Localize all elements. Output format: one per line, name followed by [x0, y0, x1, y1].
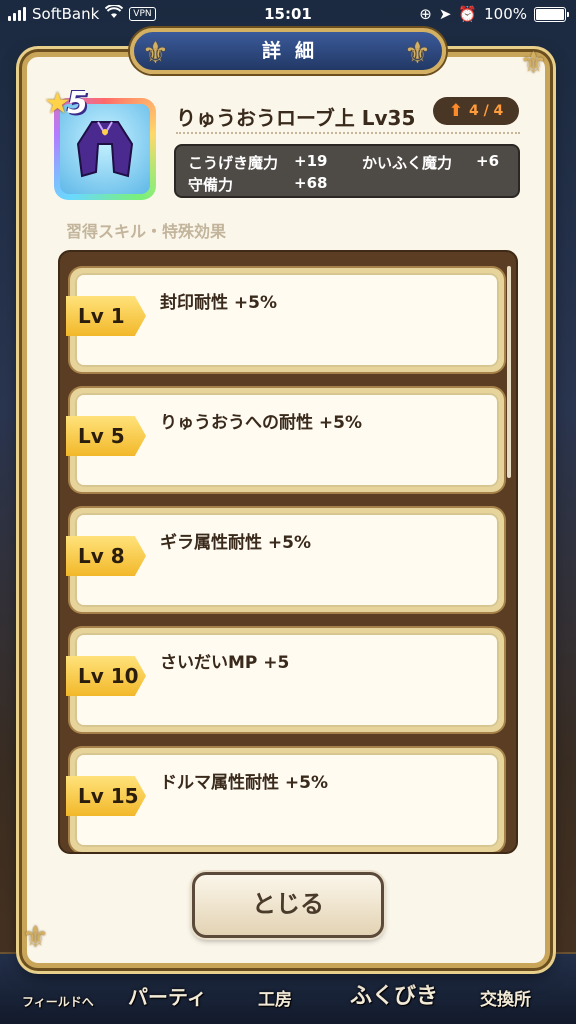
- stat-label: 守備力: [188, 176, 234, 194]
- ornament-icon: ⚜: [404, 36, 431, 71]
- arrow-up-icon: ⬆: [448, 101, 463, 121]
- nav-field[interactable]: フィールドへ: [22, 993, 94, 1010]
- skill-card: Lv 15 ドルマ属性耐性 +5%: [66, 748, 504, 852]
- stat-value: +68: [294, 174, 328, 192]
- skill-text: 封印耐性 +5%: [160, 293, 278, 313]
- stat-label: かいふく魔力: [362, 154, 453, 172]
- level-tag: Lv 5: [66, 416, 146, 456]
- scrollbar[interactable]: [507, 266, 511, 478]
- rarity-value: 5: [66, 86, 88, 121]
- nav-exchange[interactable]: 交換所: [480, 985, 531, 1010]
- nav-party[interactable]: パーティ: [128, 981, 207, 1010]
- item-name: りゅうおうローブ上 Lv35: [176, 106, 416, 130]
- upgrade-badge: ⬆ 4 / 4: [433, 97, 519, 125]
- dialog-title: 詳細: [261, 40, 328, 62]
- close-button[interactable]: とじる: [192, 872, 384, 938]
- skill-text: さいだいMP +5: [160, 653, 290, 673]
- corner-ornament-icon: ⚜: [520, 46, 547, 81]
- skill-card: Lv 1 封印耐性 +5%: [66, 268, 504, 372]
- location-icon: ➤: [438, 5, 452, 23]
- level-tag: Lv 10: [66, 656, 146, 696]
- nav-lottery[interactable]: ふくびき: [350, 978, 438, 1010]
- skill-text: ギラ属性耐性 +5%: [160, 533, 312, 553]
- level-tag: Lv 15: [66, 776, 146, 816]
- skill-list[interactable]: Lv 1 封印耐性 +5% Lv 5 りゅうおうへの耐性 +5% Lv 8 ギラ…: [58, 250, 518, 854]
- divider: [176, 132, 520, 134]
- nav-workshop[interactable]: 工房: [258, 985, 292, 1010]
- stat-value: +19: [294, 152, 328, 170]
- ornament-icon: ⚜: [142, 36, 169, 71]
- section-label: 習得スキル・特殊効果: [66, 222, 227, 241]
- rotation-lock-icon: ⊕: [419, 5, 432, 23]
- upgrade-count: 4 / 4: [468, 103, 504, 119]
- robe-icon: [76, 121, 134, 178]
- status-bar: SoftBank VPN 15:01 ⊕ ➤ ⏰ 100%: [0, 0, 576, 30]
- dialog-title-plate: 詳細: [130, 28, 446, 74]
- stat-value: +6: [476, 152, 500, 170]
- corner-ornament-icon: ⚜: [22, 920, 49, 955]
- skill-text: ドルマ属性耐性 +5%: [160, 773, 329, 793]
- battery-icon: [534, 6, 569, 22]
- stats-panel: こうげき魔力 +19 かいふく魔力 +6 守備力 +68: [174, 144, 520, 198]
- skill-card: Lv 8 ギラ属性耐性 +5%: [66, 508, 504, 612]
- rarity-badge: ★ 5: [44, 86, 88, 121]
- level-tag: Lv 8: [66, 536, 146, 576]
- skill-card: Lv 5 りゅうおうへの耐性 +5%: [66, 388, 504, 492]
- stat-label: こうげき魔力: [188, 154, 279, 172]
- battery-percent: 100%: [484, 5, 527, 23]
- alarm-icon: ⏰: [458, 5, 478, 23]
- skill-text: りゅうおうへの耐性 +5%: [160, 413, 363, 433]
- level-tag: Lv 1: [66, 296, 146, 336]
- skill-card: Lv 10 さいだいMP +5: [66, 628, 504, 732]
